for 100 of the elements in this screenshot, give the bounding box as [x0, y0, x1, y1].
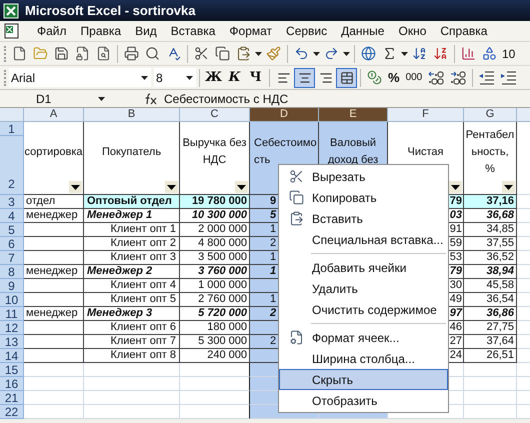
row-header[interactable]: 6	[0, 237, 24, 251]
row-header[interactable]: 13	[0, 335, 24, 349]
table-cell: 2 760 000	[180, 293, 250, 307]
dropdown-arrow-icon[interactable]	[141, 76, 148, 80]
row-header[interactable]: 5	[0, 223, 24, 237]
font-style-button[interactable]: Ж	[203, 68, 224, 88]
indent-decrease-icon[interactable]	[478, 70, 496, 86]
decrease-decimal-icon[interactable]	[449, 70, 468, 86]
row-header[interactable]: 11	[0, 307, 24, 321]
name-box[interactable]: D1	[0, 90, 108, 107]
menu-option[interactable]: Скрыть	[279, 369, 448, 390]
cut-icon	[288, 169, 304, 184]
column-header[interactable]: A	[24, 108, 84, 122]
menu-item[interactable]: Файл	[30, 22, 74, 40]
table-cell: Менеджер 1	[84, 209, 180, 223]
number-format-button[interactable]: 000	[402, 68, 426, 88]
row-header[interactable]: 8	[0, 265, 24, 279]
column-title: Выручка без НДС	[182, 136, 246, 168]
caret-icon[interactable]	[313, 52, 320, 56]
zoom-field[interactable]: 10	[502, 44, 516, 62]
font-dropdown[interactable]: Arial	[9, 68, 151, 87]
menu-item[interactable]: Правка	[74, 22, 128, 40]
column-header[interactable]: C	[180, 108, 250, 122]
column-header[interactable]: F	[388, 108, 464, 122]
menu-item[interactable]: Справка	[433, 22, 494, 40]
filter-button[interactable]	[449, 181, 462, 193]
function-icon[interactable]	[144, 92, 158, 104]
table-cell: 4 800 000	[180, 237, 250, 251]
formula-input[interactable]: Себестоимость с НДС	[164, 90, 288, 108]
number-format-button[interactable]: %	[385, 68, 403, 88]
table-cell	[517, 293, 530, 307]
spreadsheet-icon	[3, 2, 19, 18]
row-header[interactable]: 1	[0, 122, 24, 136]
align-center-button[interactable]	[294, 68, 315, 88]
row-header[interactable]: 4	[0, 209, 24, 223]
column-header[interactable]: G	[464, 108, 517, 122]
menu-option[interactable]: Отобразить	[279, 390, 448, 411]
table-cell: менеджер	[24, 307, 84, 321]
font-size-dropdown[interactable]: 8	[154, 68, 196, 87]
filter-button[interactable]	[235, 181, 248, 193]
row-header[interactable]: 15	[0, 363, 24, 377]
dropdown-arrow-icon[interactable]	[98, 96, 105, 100]
caret-icon[interactable]	[255, 52, 262, 56]
column-title: Чистая	[408, 144, 444, 160]
column-title: Покупатель	[102, 144, 162, 160]
table-cell	[180, 405, 250, 419]
filter-button[interactable]	[502, 181, 515, 193]
table-cell	[24, 321, 84, 335]
table-cell	[24, 279, 84, 293]
row-header[interactable]: 3	[0, 195, 24, 209]
table-cell	[517, 405, 530, 419]
column-title: Себестоимо сть	[253, 136, 317, 168]
table-cell	[180, 377, 250, 391]
table-cell: 45,58	[464, 279, 517, 293]
filter-button[interactable]	[165, 181, 178, 193]
table-cell: 1 000 000	[180, 279, 250, 293]
increase-decimal-icon[interactable]	[427, 70, 446, 86]
menu-item[interactable]: Вставка	[164, 22, 222, 40]
dropdown-arrow-icon[interactable]	[186, 76, 193, 80]
row-header[interactable]: 12	[0, 321, 24, 335]
menu-option[interactable]: Вырезать	[279, 166, 448, 187]
row-header[interactable]: 9	[0, 279, 24, 293]
row-header[interactable]: 14	[0, 349, 24, 363]
table-cell: 36,68	[464, 209, 517, 223]
table-cell: Клиент опт 5	[84, 293, 180, 307]
dropdown-arrow-icon	[167, 184, 176, 190]
row-header[interactable]: 10	[0, 293, 24, 307]
menu-item[interactable]: Окно	[391, 22, 434, 40]
row-header[interactable]: 22	[0, 405, 24, 419]
table-cell: 37,16	[464, 195, 517, 209]
menu-item[interactable]: Вид	[128, 22, 164, 40]
menu-item[interactable]: Данные	[334, 22, 392, 40]
paste-icon	[288, 211, 304, 226]
font-style-button[interactable]: Ч	[245, 68, 266, 88]
row-header[interactable]: 7	[0, 251, 24, 265]
table-cell: 37,64	[464, 335, 517, 349]
caret-icon[interactable]	[401, 52, 408, 56]
row-header[interactable]: 21	[0, 391, 24, 405]
row-header[interactable]: 2	[0, 136, 24, 195]
indent-increase-icon[interactable]	[500, 70, 518, 86]
column-header[interactable]: E	[319, 108, 388, 122]
table-cell: 10 300 000	[180, 209, 250, 223]
caret-icon[interactable]	[343, 52, 350, 56]
align-merge-button[interactable]	[336, 68, 357, 88]
table-cell	[180, 391, 250, 405]
table-cell: 36,52	[464, 251, 517, 265]
font-style-button[interactable]: К	[224, 68, 245, 88]
table-cell	[517, 391, 530, 405]
table-cell	[517, 237, 530, 251]
menu-item[interactable]: Сервис	[279, 22, 334, 40]
row-header[interactable]: 16	[0, 377, 24, 391]
filter-button[interactable]	[69, 181, 82, 193]
table-cell	[517, 195, 530, 209]
table-cell: 3 500 000	[180, 251, 250, 265]
table-cell: 26,51	[464, 349, 517, 363]
format-cells-icon	[288, 330, 304, 345]
menu-item[interactable]: Формат	[222, 22, 280, 40]
column-header[interactable]: B	[84, 108, 180, 122]
column-header[interactable]: D	[250, 108, 319, 122]
table-cell: 34,85	[464, 223, 517, 237]
